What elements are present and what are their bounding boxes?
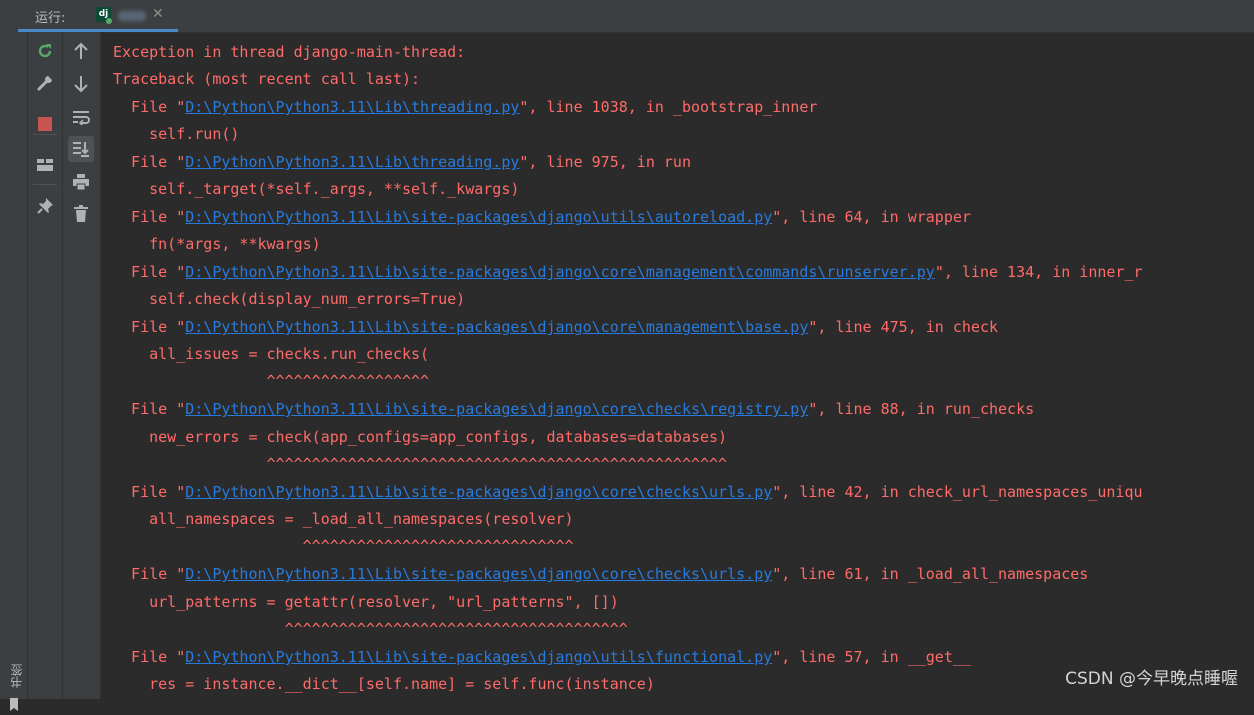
line-text: File " — [113, 648, 186, 666]
traceback-code-line: Traceback (most recent call last): — [113, 67, 420, 91]
down-arrow-icon[interactable] — [69, 72, 93, 96]
run-label: 运行: — [35, 11, 66, 26]
traceback-file-line: File "D:\Python\Python3.11\Lib\threading… — [113, 150, 691, 174]
line-text: self.check(display_num_errors=True) — [113, 290, 466, 308]
traceback-code-line: ^^^^^^^^^^^^^^^^^^^^^^^^^^^^^^ — [113, 534, 574, 558]
up-arrow-icon[interactable] — [69, 39, 93, 63]
file-path-link[interactable]: D:\Python\Python3.11\Lib\site-packages\d… — [185, 263, 935, 281]
traceback-file-line: File "D:\Python\Python3.11\Lib\threading… — [113, 95, 817, 119]
toolbar-divider — [33, 134, 57, 135]
traceback-code-line: all_namespaces = _load_all_namespaces(re… — [113, 507, 574, 531]
traceback-code-line: all_issues = checks.run_checks( — [113, 342, 429, 366]
traceback-file-line: File "D:\Python\Python3.11\Lib\site-pack… — [113, 562, 1088, 586]
traceback-code-line: ^^^^^^^^^^^^^^^^^^^^^^^^^^^^^^^^^^^^^^ — [113, 617, 628, 641]
traceback-code-line: self.check(display_num_errors=True) — [113, 287, 465, 311]
file-path-link[interactable]: D:\Python\Python3.11\Lib\site-packages\d… — [185, 648, 772, 666]
console-actions-toolbar — [63, 32, 101, 699]
line-location-text: ", line 975, in run — [519, 153, 691, 171]
line-text: File " — [113, 153, 186, 171]
run-config-tab[interactable]: dj ✕ — [88, 0, 178, 32]
traceback-code-line: Exception in thread django-main-thread: — [113, 40, 465, 64]
pin-icon[interactable] — [33, 194, 57, 218]
line-text: url_patterns = getattr(resolver, "url_pa… — [113, 593, 619, 611]
line-text: File " — [113, 263, 186, 281]
layout-icon[interactable] — [33, 153, 57, 177]
file-path-link[interactable]: D:\Python\Python3.11\Lib\site-packages\d… — [185, 318, 808, 336]
traceback-file-line: File "D:\Python\Python3.11\Lib\site-pack… — [113, 315, 998, 339]
line-location-text: ", line 57, in __get__ — [772, 648, 971, 666]
line-text: ^^^^^^^^^^^^^^^^^^^^^^^^^^^^^^^^^^^^^^ — [113, 620, 628, 638]
traceback-file-line: File "D:\Python\Python3.11\Lib\site-pack… — [113, 397, 1034, 421]
file-path-link[interactable]: D:\Python\Python3.11\Lib\threading.py — [185, 153, 519, 171]
close-tab-icon[interactable]: ✕ — [152, 6, 164, 22]
traceback-code-line: res = instance.__dict__[self.name] = sel… — [113, 672, 655, 696]
line-text: ^^^^^^^^^^^^^^^^^^ — [113, 372, 430, 390]
wrench-icon[interactable] — [33, 71, 57, 95]
line-text: all_namespaces = _load_all_namespaces(re… — [113, 510, 574, 528]
traceback-code-line: self._target(*self._args, **self._kwargs… — [113, 177, 519, 201]
traceback-file-line: File "D:\Python\Python3.11\Lib\site-pack… — [113, 645, 971, 669]
line-text: fn(*args, **kwargs) — [113, 235, 321, 253]
traceback-code-line: self.run() — [113, 122, 239, 146]
file-path-link[interactable]: D:\Python\Python3.11\Lib\threading.py — [185, 98, 519, 116]
bookmarks-tool-label[interactable]: 书签 — [8, 664, 24, 688]
line-text: res = instance.__dict__[self.name] = sel… — [113, 675, 655, 693]
traceback-file-line: File "D:\Python\Python3.11\Lib\site-pack… — [113, 260, 1143, 284]
run-tool-window-header: 运行: dj ✕ — [0, 0, 1254, 33]
traceback-code-line: url_patterns = getattr(resolver, "url_pa… — [113, 590, 619, 614]
run-actions-toolbar — [28, 32, 63, 699]
traceback-file-line: File "D:\Python\Python3.11\Lib\site-pack… — [113, 480, 1143, 504]
line-location-text: ", line 475, in check — [808, 318, 999, 336]
traceback-code-line: fn(*args, **kwargs) — [113, 232, 321, 256]
line-text: ^^^^^^^^^^^^^^^^^^^^^^^^^^^^^^^^^^^^^^^^… — [113, 455, 728, 473]
console-output[interactable]: Exception in thread django-main-thread: T… — [101, 32, 1254, 699]
file-path-link[interactable]: D:\Python\Python3.11\Lib\site-packages\d… — [185, 565, 772, 583]
toolbar-divider — [33, 184, 57, 185]
scroll-to-end-icon[interactable] — [68, 136, 94, 162]
traceback-code-line: ^^^^^^^^^^^^^^^^^^ — [113, 369, 430, 393]
stop-icon[interactable] — [33, 112, 57, 136]
soft-wrap-icon[interactable] — [69, 105, 93, 129]
line-location-text: ", line 134, in inner_r — [934, 263, 1143, 281]
line-location-text: ", line 88, in run_checks — [808, 400, 1035, 418]
line-text: Traceback (most recent call last): — [113, 70, 421, 88]
rerun-icon[interactable] — [33, 39, 57, 63]
line-text: Exception in thread django-main-thread: — [113, 43, 466, 61]
line-text: self._target(*self._args, **self._kwargs… — [113, 180, 520, 198]
file-path-link[interactable]: D:\Python\Python3.11\Lib\site-packages\d… — [185, 208, 772, 226]
line-location-text: ", line 1038, in _bootstrap_inner — [519, 98, 818, 116]
line-text: File " — [113, 98, 186, 116]
traceback-file-line: File "D:\Python\Python3.11\Lib\site-pack… — [113, 205, 971, 229]
line-location-text: ", line 64, in wrapper — [772, 208, 971, 226]
line-text: new_errors = check(app_configs=app_confi… — [113, 428, 728, 446]
csdn-watermark: CSDN @今早晚点睡喔 — [1065, 669, 1238, 689]
file-path-link[interactable]: D:\Python\Python3.11\Lib\site-packages\d… — [185, 483, 772, 501]
line-text: File " — [113, 565, 186, 583]
line-text: self.run() — [113, 125, 240, 143]
file-path-link[interactable]: D:\Python\Python3.11\Lib\site-packages\d… — [185, 400, 808, 418]
line-text: File " — [113, 483, 186, 501]
line-text: File " — [113, 318, 186, 336]
running-indicator-icon — [106, 18, 112, 24]
trash-icon[interactable] — [69, 202, 93, 226]
tab-name-redacted — [118, 11, 146, 21]
print-icon[interactable] — [69, 170, 93, 194]
left-tool-strip: 书签 — [0, 32, 28, 711]
line-text: all_issues = checks.run_checks( — [113, 345, 430, 363]
line-text: File " — [113, 208, 186, 226]
traceback-code-line: new_errors = check(app_configs=app_confi… — [113, 425, 727, 449]
traceback-code-line: ^^^^^^^^^^^^^^^^^^^^^^^^^^^^^^^^^^^^^^^^… — [113, 452, 728, 476]
line-location-text: ", line 61, in _load_all_namespaces — [772, 565, 1089, 583]
line-text: File " — [113, 400, 186, 418]
line-text: ^^^^^^^^^^^^^^^^^^^^^^^^^^^^^^ — [113, 537, 574, 555]
line-location-text: ", line 42, in check_url_namespaces_uniq… — [772, 483, 1143, 501]
